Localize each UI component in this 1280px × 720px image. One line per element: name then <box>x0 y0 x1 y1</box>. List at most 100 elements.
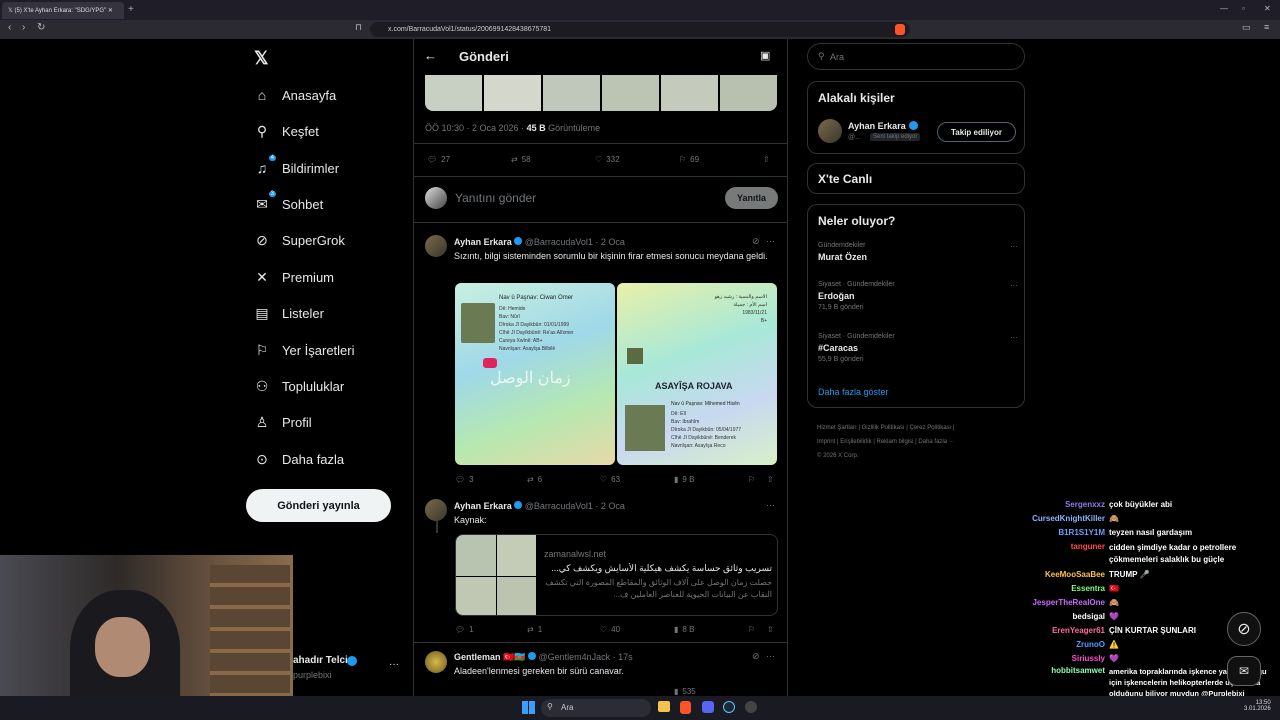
chat-message: 💜 <box>1109 654 1119 663</box>
search-input[interactable]: ⚲ Ara <box>807 43 1025 70</box>
nav-item-home[interactable]: ⌂ Anasayfa <box>254 80 336 110</box>
avatar[interactable] <box>818 119 842 143</box>
repost-action[interactable]: ⇄ 6 <box>527 475 542 484</box>
id-card-image[interactable]: Nav û Paşnav: Ciwan Omer Dê: Hemide Bav: … <box>455 283 615 465</box>
nav-item-chat[interactable]: ✉ 3 Sohbet <box>254 189 323 219</box>
nav-item-more[interactable]: ⊙ Daha fazla <box>254 444 344 474</box>
avatar[interactable] <box>425 235 447 257</box>
more-icon[interactable]: ··· <box>766 236 775 246</box>
brave-shield-icon[interactable] <box>895 24 905 35</box>
bookmark-action[interactable]: ⚐ <box>748 475 755 484</box>
back-icon[interactable]: ‹ <box>8 22 11 33</box>
window-close-icon[interactable]: ✕ <box>1264 4 1271 13</box>
share-icon: ⇧ <box>767 625 774 634</box>
trend-item[interactable]: Gündemdekiler Murat Özen ··· <box>818 242 1018 270</box>
like-action[interactable]: ♡ 40 <box>600 625 620 634</box>
reader-icon[interactable]: ▣ <box>760 49 770 62</box>
search-icon: ⚲ <box>547 702 553 711</box>
forward-icon[interactable]: › <box>22 22 25 33</box>
reply-text: Aladeen'lenmesi gereken bir sürü canavar… <box>454 666 624 676</box>
taskbar-search[interactable]: ⚲ Ara <box>541 699 651 717</box>
url-field[interactable]: x.com/BarracudaVol1/status/2006991428438… <box>370 22 910 37</box>
browser-tab[interactable]: 𝕏 (5) X'te Ayhan Erkara: "SDG/YPG" ✕ <box>2 2 124 19</box>
x-home-logo-icon[interactable]: 𝕏 <box>254 48 269 69</box>
grok-icon[interactable]: ⊘ <box>752 236 760 247</box>
trend-item[interactable]: Siyaset · Gündemdekiler Erdoğan 71,9 B g… <box>818 281 1018 321</box>
reply-button[interactable]: Yanıtla <box>725 187 778 209</box>
people-icon: ⚇ <box>255 377 269 394</box>
start-icon[interactable] <box>522 701 535 714</box>
trend-item[interactable]: Siyaset · Gündemdekiler #Caracas 55,9 B … <box>818 333 1018 373</box>
watermark: زمان الوصل <box>490 370 571 387</box>
brave-icon[interactable] <box>680 701 691 714</box>
chat-user: bedsigal <box>1072 612 1105 621</box>
like-action[interactable]: ♡ 332 <box>595 155 620 164</box>
show-more-link[interactable]: Daha fazla göster <box>818 387 889 397</box>
more-icon[interactable]: ··· <box>766 651 775 661</box>
share-action[interactable]: ⇧ <box>767 625 774 634</box>
views-stat[interactable]: ▮ 8 B <box>674 625 694 634</box>
grok-icon[interactable]: ⊘ <box>752 651 760 662</box>
nav-item-notifications[interactable]: ♫ 4 Bildirimler <box>254 153 339 183</box>
verified-icon <box>514 501 523 509</box>
file-explorer-icon[interactable] <box>658 701 670 712</box>
account-name[interactable]: ahadır Telci <box>293 655 348 666</box>
chat-user: ErenYeager61 <box>1052 626 1105 635</box>
nav-item-bookmarks[interactable]: ⚐ Yer İşaretleri <box>254 335 355 365</box>
live-panel[interactable]: X'te Canlı <box>807 163 1025 194</box>
clock[interactable]: 13:50 3.01.2026 <box>1244 700 1271 712</box>
reply-action[interactable]: 💬︎ 1 <box>455 625 474 634</box>
more-icon[interactable]: ··· <box>766 500 775 510</box>
like-action[interactable]: ♡ 63 <box>600 475 620 484</box>
avatar[interactable] <box>425 651 447 673</box>
heart-icon: ♡ <box>595 155 603 164</box>
steam-icon[interactable] <box>723 701 735 713</box>
post-media-strip[interactable] <box>425 75 777 111</box>
bookshelf <box>210 565 290 715</box>
id-card-fields: Dê: Eîl Bav: Ibrahîm Dîroka Jî Dayikbûn: 0… <box>671 411 742 449</box>
bookmark-action[interactable]: ⚐ 69 <box>679 155 699 164</box>
minimize-icon[interactable]: — <box>1220 4 1228 13</box>
reload-icon[interactable]: ↻ <box>37 22 45 33</box>
close-icon[interactable]: ✕ <box>108 8 113 14</box>
reply-action[interactable]: 💬︎ 3 <box>455 475 474 484</box>
maximize-icon[interactable]: ▫ <box>1242 4 1245 13</box>
back-arrow-icon[interactable]: ← <box>424 48 437 63</box>
reply-action[interactable]: 💬︎ 27 <box>427 155 450 164</box>
discord-icon[interactable] <box>702 701 714 713</box>
views-stat[interactable]: ▮ 535 <box>674 687 696 696</box>
views-stat[interactable]: ▮ 9 B <box>674 475 694 484</box>
repost-icon: ⇄ <box>527 475 534 484</box>
obs-icon[interactable] <box>745 701 757 713</box>
link-card[interactable]: zamanalwsl.net تسريب وثائق حساسة يكشف هي… <box>455 534 778 616</box>
share-action[interactable]: ⇧ <box>767 475 774 484</box>
chat-message: 🇹🇷 <box>1109 584 1119 593</box>
following-button[interactable]: Takip ediliyor <box>937 122 1016 142</box>
nav-item-supergrok[interactable]: ⊘ SuperGrok <box>254 225 345 255</box>
nav-item-profile[interactable]: ♙ Profil <box>254 407 312 437</box>
id-card-image[interactable]: الاسم والنسبة : رشيد زهو اسم الأم : جميلة… <box>617 283 777 465</box>
related-name[interactable]: Ayhan Erkara <box>848 121 906 131</box>
messages-floating-icon[interactable]: ✉ <box>1227 656 1261 686</box>
account-more-icon[interactable]: ··· <box>389 659 399 670</box>
repost-action[interactable]: ⇄ 1 <box>527 625 542 634</box>
bookmark-page-icon[interactable]: ⊓ <box>355 22 362 33</box>
nav-item-lists[interactable]: ▤ Listeler <box>254 298 324 328</box>
nav-item-premium[interactable]: ✕ Premium <box>254 262 334 292</box>
bookmark-action[interactable]: ⚐ <box>748 625 755 634</box>
avatar[interactable] <box>425 499 447 521</box>
nav-item-explore[interactable]: ⚲ Keşfet <box>254 116 319 146</box>
share-action[interactable]: ⇧ <box>763 155 770 164</box>
sidebar-toggle-icon[interactable]: ▭ <box>1242 22 1251 33</box>
page-title: Gönderi <box>459 49 509 64</box>
new-tab-icon[interactable]: + <box>128 4 134 15</box>
nav-item-communities[interactable]: ⚇ Topluluklar <box>254 371 344 401</box>
menu-icon[interactable]: ≡ <box>1264 22 1269 32</box>
more-icon: ··· <box>1010 333 1018 342</box>
post-button[interactable]: Gönderi yayınla <box>246 489 391 522</box>
grok-floating-icon[interactable]: ⊘ <box>1227 612 1261 646</box>
reply-input[interactable]: Yanıtını gönder <box>455 191 536 205</box>
person-icon: ♙ <box>255 413 269 430</box>
repost-action[interactable]: ⇄ 58 <box>511 155 531 164</box>
verified-icon <box>527 652 536 660</box>
